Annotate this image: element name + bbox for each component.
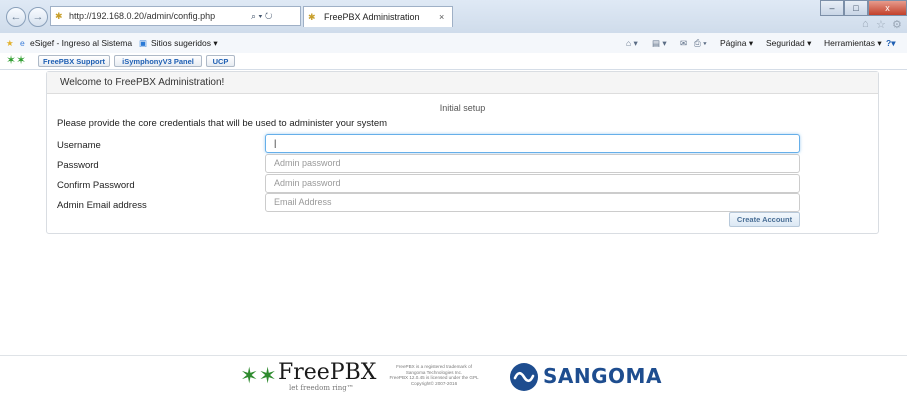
- tab-freepbx[interactable]: ✱ FreePBX Administration ×: [303, 6, 453, 27]
- help-icon[interactable]: ?▾: [886, 33, 895, 53]
- favorites-star-icon[interactable]: ★: [6, 33, 14, 53]
- create-account-button[interactable]: Create Account: [729, 212, 800, 227]
- favicon-icon: ✱: [308, 12, 316, 22]
- email-label: Admin Email address: [57, 200, 147, 211]
- favicon-icon: ✱: [55, 11, 63, 21]
- freepbx-frog-icon: ✶✶: [6, 53, 27, 67]
- forward-icon: →: [32, 11, 44, 23]
- tab-close-icon[interactable]: ×: [439, 7, 444, 27]
- confirm-password-label: Confirm Password: [57, 180, 135, 191]
- maximize-button[interactable]: □: [844, 0, 868, 16]
- link-isymphony-panel[interactable]: iSymphonyV3 Panel: [114, 55, 202, 67]
- panel-header: Welcome to FreePBX Administration!: [47, 72, 878, 94]
- home-icon[interactable]: ⌂: [862, 18, 869, 30]
- menu-page[interactable]: Página ▾: [720, 33, 753, 53]
- freepbx-logo-text: FreePBX: [278, 360, 377, 385]
- favorite-link[interactable]: eSigef - Ingreso al Sistema: [30, 33, 132, 53]
- link-freepbx-support[interactable]: FreePBX Support: [38, 55, 110, 67]
- footer-divider: [0, 355, 907, 356]
- address-tools[interactable]: ⌕ ▾ ↻: [251, 7, 301, 25]
- setup-title: Initial setup: [439, 103, 486, 113]
- close-button[interactable]: x: [868, 0, 907, 16]
- setup-intro: Please provide the core credentials that…: [57, 118, 388, 129]
- tab-title: FreePBX Administration: [324, 12, 420, 22]
- home-toolbar-icon[interactable]: ⌂ ▾: [626, 33, 638, 53]
- address-url: http://192.168.0.20/admin/config.php: [69, 11, 216, 21]
- link-ucp[interactable]: UCP: [206, 55, 235, 67]
- minimize-button[interactable]: –: [820, 0, 844, 16]
- suggested-sites-icon: ▣: [139, 38, 148, 48]
- footer-legal: FreePBX is a registered trademark of San…: [375, 364, 493, 386]
- quick-links-bar: ✶✶ FreePBX Support iSymphonyV3 Panel UCP: [0, 53, 907, 70]
- address-bar[interactable]: ✱ http://192.168.0.20/admin/config.php ⌕…: [50, 6, 301, 26]
- legal-line: FreePBX 12.0.45 is licensed under the GP…: [389, 375, 479, 380]
- window-controls: – □ x: [820, 0, 907, 17]
- back-button[interactable]: ←: [6, 7, 26, 27]
- legal-line: Copyright© 2007-2016: [410, 380, 458, 386]
- setup-panel: Welcome to FreePBX Administration! Initi…: [46, 71, 879, 234]
- forward-button[interactable]: →: [28, 7, 48, 27]
- password-input[interactable]: Admin password: [265, 154, 800, 173]
- username-label: Username: [57, 140, 101, 151]
- browser-titlebar: ← → ✱ http://192.168.0.20/admin/config.p…: [0, 0, 907, 33]
- mail-icon[interactable]: ✉: [680, 33, 687, 53]
- back-icon: ←: [10, 11, 22, 23]
- ie-page-icon: e: [20, 38, 25, 48]
- menu-tools[interactable]: Herramientas ▾: [824, 33, 882, 53]
- password-label: Password: [57, 160, 99, 171]
- sangoma-logo-text: SANGOMA: [543, 364, 662, 388]
- email-input[interactable]: Email Address: [265, 193, 800, 212]
- welcome-heading: Welcome to FreePBX Administration!: [60, 77, 225, 88]
- feeds-icon[interactable]: ▤ ▾: [652, 33, 667, 53]
- favorites-star-icon[interactable]: ☆: [876, 18, 886, 31]
- favorite-link[interactable]: Sitios sugeridos ▾: [151, 33, 218, 53]
- confirm-password-input[interactable]: Admin password: [265, 174, 800, 193]
- settings-icon[interactable]: ⚙: [892, 18, 902, 31]
- menu-security[interactable]: Seguridad ▾: [766, 33, 811, 53]
- freepbx-frog-icon: ✶✶: [240, 363, 277, 388]
- username-input[interactable]: |: [265, 134, 800, 153]
- print-icon[interactable]: ⎙ ▾: [694, 33, 707, 53]
- favorites-bar: ★ e eSigef - Ingreso al Sistema ▣ Sitios…: [0, 33, 907, 54]
- sangoma-wave-icon: [510, 363, 538, 391]
